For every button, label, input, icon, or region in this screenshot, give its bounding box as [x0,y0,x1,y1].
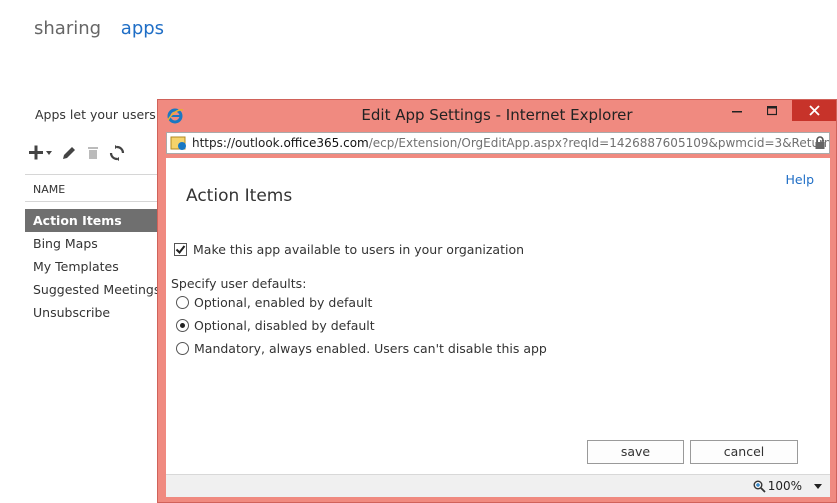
zoom-control[interactable]: 100% [753,479,802,493]
maximize-button[interactable] [758,100,786,121]
refresh-button[interactable] [108,142,126,164]
save-button[interactable]: save [587,440,684,464]
cancel-button[interactable]: cancel [690,440,798,464]
dialog-title: Action Items [186,186,293,206]
lock-icon[interactable] [814,136,826,150]
delete-button[interactable] [84,142,102,164]
radio-disabled-default[interactable] [176,319,189,332]
status-bar: 100% [166,474,830,497]
add-dropdown-button[interactable] [28,142,54,164]
available-checkbox[interactable] [174,243,187,256]
option-label: Optional, enabled by default [194,295,373,310]
plus-icon [29,145,52,160]
option-disabled-default[interactable]: Optional, disabled by default [176,318,375,333]
apps-toolbar [28,142,126,164]
close-button[interactable] [792,100,836,121]
url-path: /ecp/Extension/OrgEditApp.aspx?reqId=142… [368,136,829,150]
radio-enabled-default[interactable] [176,296,189,309]
help-link[interactable]: Help [786,172,815,187]
trash-icon [88,147,98,159]
zoom-dropdown-icon[interactable] [814,484,822,489]
list-item[interactable]: Suggested Meetings [25,278,160,301]
option-mandatory[interactable]: Mandatory, always enabled. Users can't d… [176,341,547,356]
minimize-button[interactable] [723,100,751,121]
top-tabs: sharing apps [34,18,178,39]
list-item[interactable]: Unsubscribe [25,301,160,324]
zoom-icon [753,480,766,493]
option-label: Mandatory, always enabled. Users can't d… [194,341,547,356]
option-label: Optional, disabled by default [194,318,375,333]
edit-button[interactable] [60,142,78,164]
available-checkbox-row[interactable]: Make this app available to users in your… [174,242,524,257]
checkmark-icon [175,245,186,255]
close-icon [808,105,820,116]
name-column-header[interactable]: NAME [25,174,160,202]
address-bar[interactable]: https://outlook. office365.com/ecp/Extens… [166,132,830,154]
list-item[interactable]: Bing Maps [25,232,160,255]
apps-list: Action Items Bing Maps My Templates Sugg… [25,209,160,324]
url-host: office365.com [283,136,369,150]
tab-sharing[interactable]: sharing [34,18,101,39]
available-label: Make this app available to users in your… [193,242,525,257]
url-prefix: https://outlook. [192,136,284,150]
zoom-level: 100% [767,479,802,493]
list-item[interactable]: Action Items [25,209,160,232]
minimize-icon [732,110,742,112]
refresh-icon [109,145,125,161]
tab-apps[interactable]: apps [121,18,164,39]
window-title-bar[interactable]: Edit App Settings - Internet Explorer [158,100,836,130]
list-item[interactable]: My Templates [25,255,160,278]
dialog-content: Help Action Items Make this app availabl… [166,158,830,474]
page-icon [170,136,186,150]
pencil-icon [63,147,75,159]
edit-app-settings-window: Edit App Settings - Internet Explorer ht… [157,99,837,503]
radio-mandatory[interactable] [176,342,189,355]
apps-description: Apps let your users do [35,107,176,122]
option-enabled-default[interactable]: Optional, enabled by default [176,295,372,310]
maximize-icon [767,105,777,115]
defaults-label: Specify user defaults: [171,276,307,291]
